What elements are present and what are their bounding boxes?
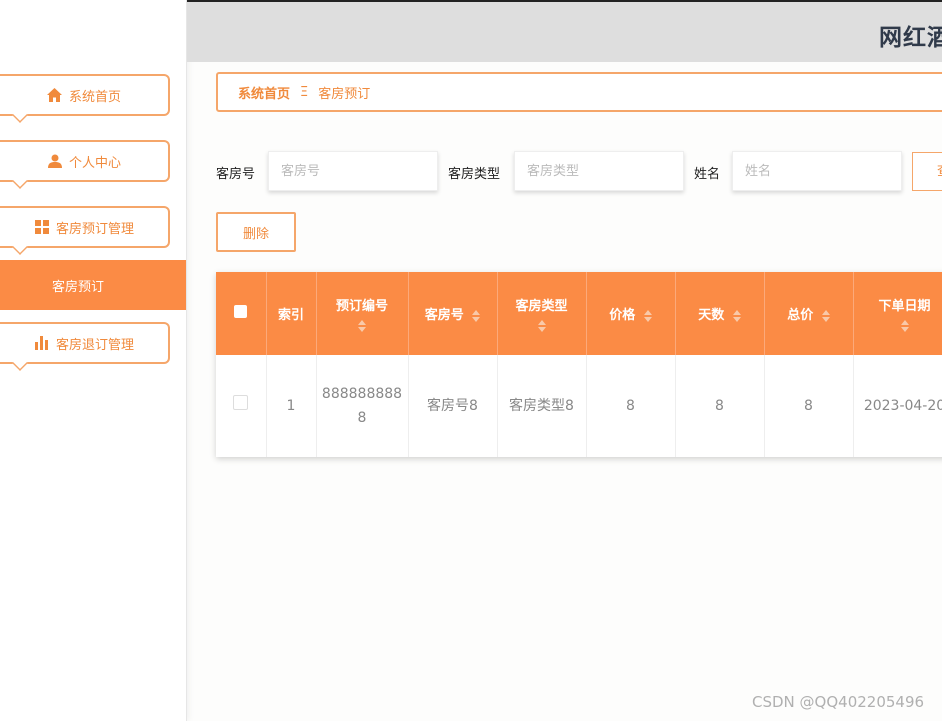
cell-room-number: 客房号8 bbox=[408, 355, 498, 457]
breadcrumb-home[interactable]: 系统首页 bbox=[238, 83, 290, 102]
name-label: 姓名 bbox=[694, 167, 721, 182]
column-header-room-number[interactable]: 客房号 bbox=[408, 272, 498, 355]
cell-order-date: 2023-04-20 bbox=[853, 355, 942, 457]
select-all-checkbox[interactable] bbox=[234, 305, 248, 318]
name-input[interactable] bbox=[732, 151, 902, 191]
sidebar-item-room-cancel-management[interactable]: 客房退订管理 bbox=[0, 322, 170, 371]
column-header-room-type[interactable]: 客房类型 bbox=[497, 272, 587, 355]
room-number-label: 客房号 bbox=[216, 167, 256, 182]
delete-button[interactable]: 删除 bbox=[216, 212, 296, 252]
column-header-days[interactable]: 天数 bbox=[675, 272, 765, 355]
column-header-price[interactable]: 价格 bbox=[586, 272, 676, 355]
search-button[interactable]: 查 bbox=[912, 152, 942, 191]
grid-icon bbox=[34, 219, 50, 235]
column-header-total[interactable]: 总价 bbox=[764, 272, 854, 355]
sort-icon[interactable] bbox=[643, 309, 652, 322]
room-type-input[interactable] bbox=[514, 151, 684, 191]
sidebar-subitem-room-booking[interactable]: 客房预订 bbox=[0, 260, 186, 310]
app-title: 网红酒 bbox=[879, 25, 942, 51]
search-button-label: 查 bbox=[937, 164, 942, 179]
cell-index: 1 bbox=[266, 355, 317, 457]
booking-table: 索引 预订编号 客房号 客房类型 价格 天数 总价 下单日期 1 8888888… bbox=[216, 272, 942, 457]
home-icon bbox=[47, 87, 63, 103]
sidebar-item-home[interactable]: 系统首页 bbox=[0, 74, 170, 123]
table-row[interactable]: 1 8888888888 客房号8 客房类型8 8 8 8 2023-04-20 bbox=[216, 355, 942, 457]
sort-icon[interactable] bbox=[358, 320, 366, 332]
sort-icon[interactable] bbox=[472, 309, 481, 322]
cell-days: 8 bbox=[675, 355, 765, 457]
sidebar: 系统首页 个人中心 客房预订管理 客房预订 客房退订管理 bbox=[0, 0, 187, 721]
cell-total: 8 bbox=[764, 355, 854, 457]
sort-icon[interactable] bbox=[900, 320, 909, 332]
sidebar-item-label: 系统首页 bbox=[68, 89, 121, 105]
bar-chart-icon bbox=[34, 335, 50, 351]
sidebar-item-label: 客房预订管理 bbox=[55, 221, 134, 237]
watermark: CSDN @QQ402205496 bbox=[752, 693, 925, 711]
column-header-index: 索引 bbox=[266, 272, 317, 355]
delete-button-label: 删除 bbox=[242, 226, 269, 242]
column-header-order-date[interactable]: 下单日期 bbox=[853, 272, 942, 355]
room-type-label: 客房类型 bbox=[448, 167, 501, 182]
cell-booking-number: 8888888888 bbox=[316, 355, 409, 457]
table-header-row: 索引 预订编号 客房号 客房类型 价格 天数 总价 下单日期 bbox=[216, 272, 942, 355]
sidebar-item-label: 客房退订管理 bbox=[55, 337, 134, 353]
cell-price: 8 bbox=[586, 355, 676, 457]
sidebar-item-profile[interactable]: 个人中心 bbox=[0, 140, 170, 189]
top-header: 网红酒 bbox=[187, 0, 942, 62]
breadcrumb: 系统首页 Ξ 客房预订 bbox=[216, 72, 942, 112]
user-icon bbox=[47, 153, 63, 169]
row-select-cell[interactable] bbox=[216, 355, 267, 457]
cell-room-type: 客房类型8 bbox=[497, 355, 587, 457]
sidebar-subitem-label: 客房预订 bbox=[52, 279, 105, 295]
room-number-input[interactable] bbox=[268, 151, 438, 191]
row-checkbox[interactable] bbox=[233, 395, 249, 410]
column-header-booking-number[interactable]: 预订编号 bbox=[316, 272, 409, 355]
sort-icon[interactable] bbox=[732, 309, 741, 322]
sidebar-item-room-booking-management[interactable]: 客房预订管理 bbox=[0, 206, 170, 255]
sort-icon[interactable] bbox=[537, 320, 546, 332]
breadcrumb-current: 客房预订 bbox=[318, 86, 371, 102]
sort-icon[interactable] bbox=[821, 309, 830, 322]
select-all-header[interactable] bbox=[216, 272, 267, 355]
breadcrumb-separator: Ξ bbox=[300, 84, 309, 100]
sidebar-item-label: 个人中心 bbox=[68, 155, 121, 171]
